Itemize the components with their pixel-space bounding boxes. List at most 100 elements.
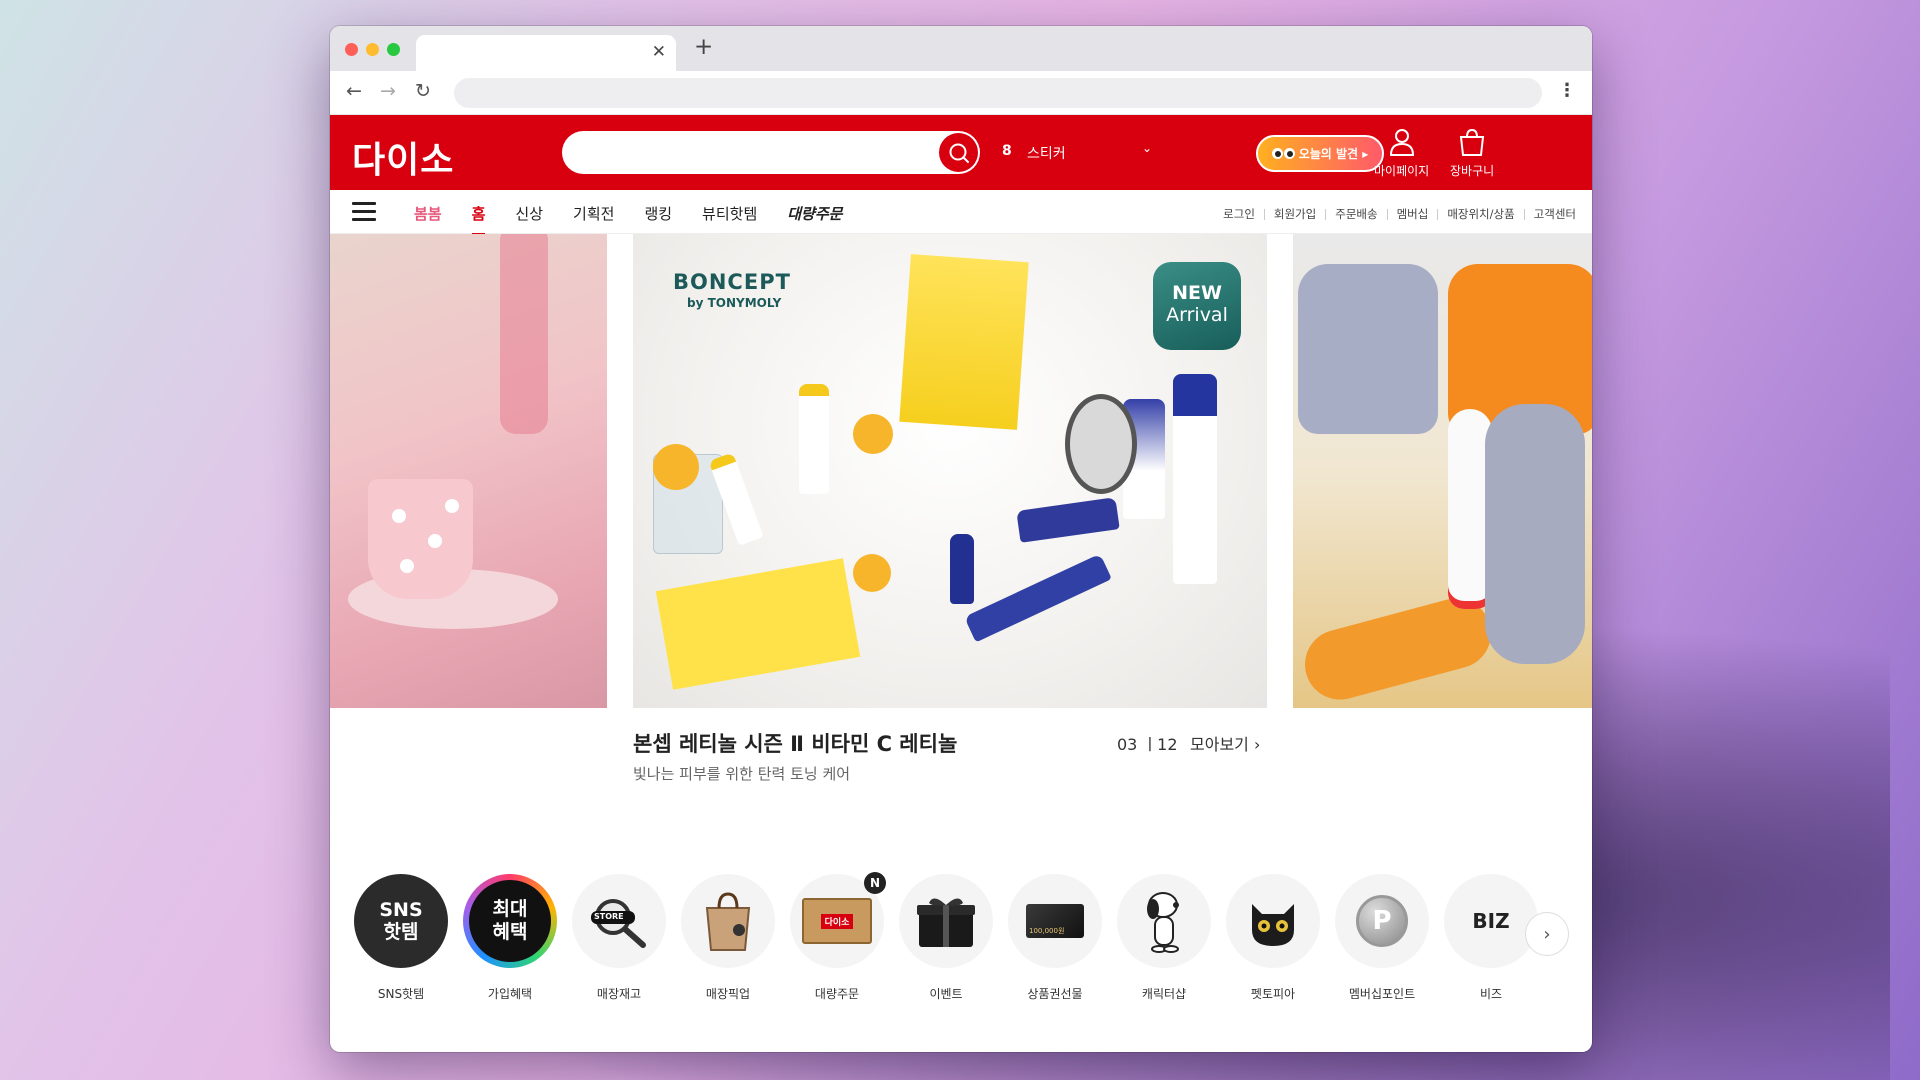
hero-subtitle: 빛나는 피부를 위한 탄력 토닝 케어 <box>633 765 851 783</box>
nav-home[interactable]: 홈 <box>471 203 485 235</box>
reload-icon[interactable]: ↻ <box>415 80 431 102</box>
gift-card-icon: 100,000원 <box>1008 874 1102 968</box>
main-slide-image[interactable]: BONCEPT by TONYMOLY NEW Arrival <box>633 234 1267 708</box>
quick-item-label: 매장픽업 <box>705 987 751 1001</box>
slide-counter: 03 ㅣ12 <box>1117 735 1178 754</box>
point-coin-icon: P <box>1335 874 1429 968</box>
hero-carousel: BONCEPT by TONYMOLY NEW Arrival <box>330 234 1592 708</box>
nav-new[interactable]: 신상 <box>515 203 543 224</box>
new-badge-icon: N <box>864 872 886 894</box>
biz-badge-text: BIZ <box>1472 909 1510 933</box>
magnifier-icon <box>591 899 646 948</box>
chevron-right-icon: › <box>1543 923 1551 945</box>
address-bar[interactable] <box>454 78 1542 108</box>
order-tracking-link[interactable]: 주문배송 <box>1335 206 1377 222</box>
forward-icon[interactable]: → <box>380 80 396 102</box>
new-arrival-badge-line2: Arrival <box>1166 304 1228 326</box>
quick-menu: SNS 핫템 SNS핫템 최대 혜택 가입혜택 STORE 매장재고 매장픽업 … <box>350 872 1580 1001</box>
quick-item-store-stock[interactable]: STORE 매장재고 <box>572 874 666 1002</box>
prev-slide-image[interactable] <box>330 234 607 708</box>
hamburger-menu-icon[interactable] <box>352 202 376 226</box>
window-controls <box>345 43 400 56</box>
browser-menu-icon[interactable]: ⋮ <box>1558 80 1576 101</box>
benefit-badge-text: 최대 혜택 <box>492 898 528 943</box>
minimize-window-icon[interactable] <box>366 43 379 56</box>
site-header: 다이소 8 스티커 ⌄ 오늘의 발견 ▸ 마이페이지 장바구니 <box>330 115 1592 190</box>
quick-menu-next-button[interactable]: › <box>1525 912 1569 956</box>
quick-item-event[interactable]: 이벤트 <box>899 874 993 1002</box>
snoopy-icon <box>1117 874 1211 968</box>
quick-item-sns-hot[interactable]: SNS 핫템 SNS핫템 <box>354 874 448 1002</box>
cart-button[interactable]: 장바구니 <box>1450 127 1494 179</box>
global-nav: 봄봄 홈 신상 기획전 랭킹 뷰티핫템 대량주문 로그인 회원가입 주문배송 멤… <box>330 190 1592 235</box>
benefit-icon: 최대 혜택 <box>463 874 557 968</box>
quick-item-label: 펫토피아 <box>1250 987 1296 1001</box>
store-badge-text: STORE <box>594 912 624 921</box>
browser-window: ✕ + ← → ↻ ⋮ 다이소 8 스티커 ⌄ 오늘의 발견 ▸ 마이페이지 장… <box>330 26 1592 1052</box>
nav-ranking[interactable]: 랭킹 <box>644 203 672 224</box>
search-button[interactable] <box>939 133 978 172</box>
nav-bulk-order[interactable]: 대량주문 <box>787 203 842 224</box>
utility-links: 로그인 회원가입 주문배송 멤버십 매장위치/상품 고객센터 <box>1223 206 1576 222</box>
popular-keyword[interactable]: 스티커 <box>1027 143 1066 163</box>
today-discovery-label: 오늘의 발견 ▸ <box>1298 147 1369 161</box>
login-link[interactable]: 로그인 <box>1223 206 1255 222</box>
tab-strip: ✕ + <box>330 26 1592 71</box>
quick-item-label: 이벤트 <box>929 987 963 1001</box>
signup-link[interactable]: 회원가입 <box>1274 206 1316 222</box>
quick-item-gift-card[interactable]: 100,000원 상품권선물 <box>1008 874 1102 1002</box>
quick-item-character-shop[interactable]: 캐릭터샵 <box>1117 874 1211 1002</box>
quick-item-bulk-order[interactable]: 다이소 N 대량주문 <box>790 872 886 1002</box>
quick-item-label: SNS핫템 <box>377 987 425 1001</box>
close-tab-icon[interactable]: ✕ <box>652 42 666 62</box>
gift-card-value: 100,000원 <box>1029 927 1065 935</box>
back-icon[interactable]: ← <box>346 80 362 102</box>
shopping-bag-icon <box>681 874 775 968</box>
cart-label: 장바구니 <box>1450 164 1495 178</box>
customer-center-link[interactable]: 고객센터 <box>1534 206 1576 222</box>
mypage-button[interactable]: 마이페이지 <box>1374 127 1429 179</box>
today-discovery-button[interactable]: 오늘의 발견 ▸ <box>1256 135 1384 172</box>
view-all-button[interactable]: 모아보기 › <box>1190 731 1260 755</box>
shopping-bag-icon <box>1459 128 1485 156</box>
membership-link[interactable]: 멤버십 <box>1397 206 1429 222</box>
new-arrival-badge: NEW Arrival <box>1153 262 1241 350</box>
nav-beauty-hot[interactable]: 뷰티핫템 <box>702 203 757 224</box>
daiso-logo[interactable]: 다이소 <box>352 131 454 183</box>
box-icon: 다이소 N <box>790 872 886 968</box>
hero-brand-sub: by TONYMOLY <box>687 296 782 310</box>
search-input[interactable] <box>562 131 980 174</box>
search-icon <box>949 143 969 163</box>
nav-spring[interactable]: 봄봄 <box>414 203 442 224</box>
point-badge-text: P <box>1372 906 1392 936</box>
box-badge-text: 다이소 <box>820 913 854 929</box>
quick-item-store-pickup[interactable]: 매장픽업 <box>681 874 775 1002</box>
hero-title[interactable]: 본셉 레티놀 시즌 Ⅱ 비타민 C 레티놀 <box>633 728 957 758</box>
user-icon <box>1389 129 1414 156</box>
new-arrival-badge-line1: NEW <box>1172 282 1222 304</box>
popular-rank-number: 8 <box>1002 143 1012 159</box>
quick-item-label: 캐릭터샵 <box>1141 987 1187 1001</box>
quick-item-membership-point[interactable]: P 멤버십포인트 <box>1335 874 1429 1002</box>
nav-promotions[interactable]: 기획전 <box>573 203 614 224</box>
main-menu: 봄봄 홈 신상 기획전 랭킹 뷰티핫템 대량주문 <box>414 203 872 235</box>
hero-brand: BONCEPT <box>673 270 791 294</box>
quick-item-petopia[interactable]: 펫토피아 <box>1226 874 1320 1002</box>
quick-item-label: 가입혜택 <box>487 987 533 1001</box>
browser-tab[interactable]: ✕ <box>416 35 676 71</box>
chevron-down-icon[interactable]: ⌄ <box>1142 141 1152 155</box>
store-search-icon: STORE <box>572 874 666 968</box>
browser-toolbar: ← → ↻ ⋮ <box>330 71 1592 115</box>
maximize-window-icon[interactable] <box>387 43 400 56</box>
quick-item-label: 멤버십포인트 <box>1348 987 1416 1001</box>
close-window-icon[interactable] <box>345 43 358 56</box>
next-slide-image[interactable] <box>1293 234 1592 708</box>
cat-icon <box>1226 874 1320 968</box>
store-locator-link[interactable]: 매장위치/상품 <box>1447 206 1514 222</box>
quick-item-biz[interactable]: BIZ 비즈 <box>1444 874 1538 1002</box>
quick-item-join-benefit[interactable]: 최대 혜택 가입혜택 <box>463 874 557 1002</box>
new-tab-icon[interactable]: + <box>694 34 713 60</box>
mypage-label: 마이페이지 <box>1374 164 1430 178</box>
quick-item-label: 대량주문 <box>814 987 860 1001</box>
quick-item-label: 상품권선물 <box>1027 987 1083 1001</box>
